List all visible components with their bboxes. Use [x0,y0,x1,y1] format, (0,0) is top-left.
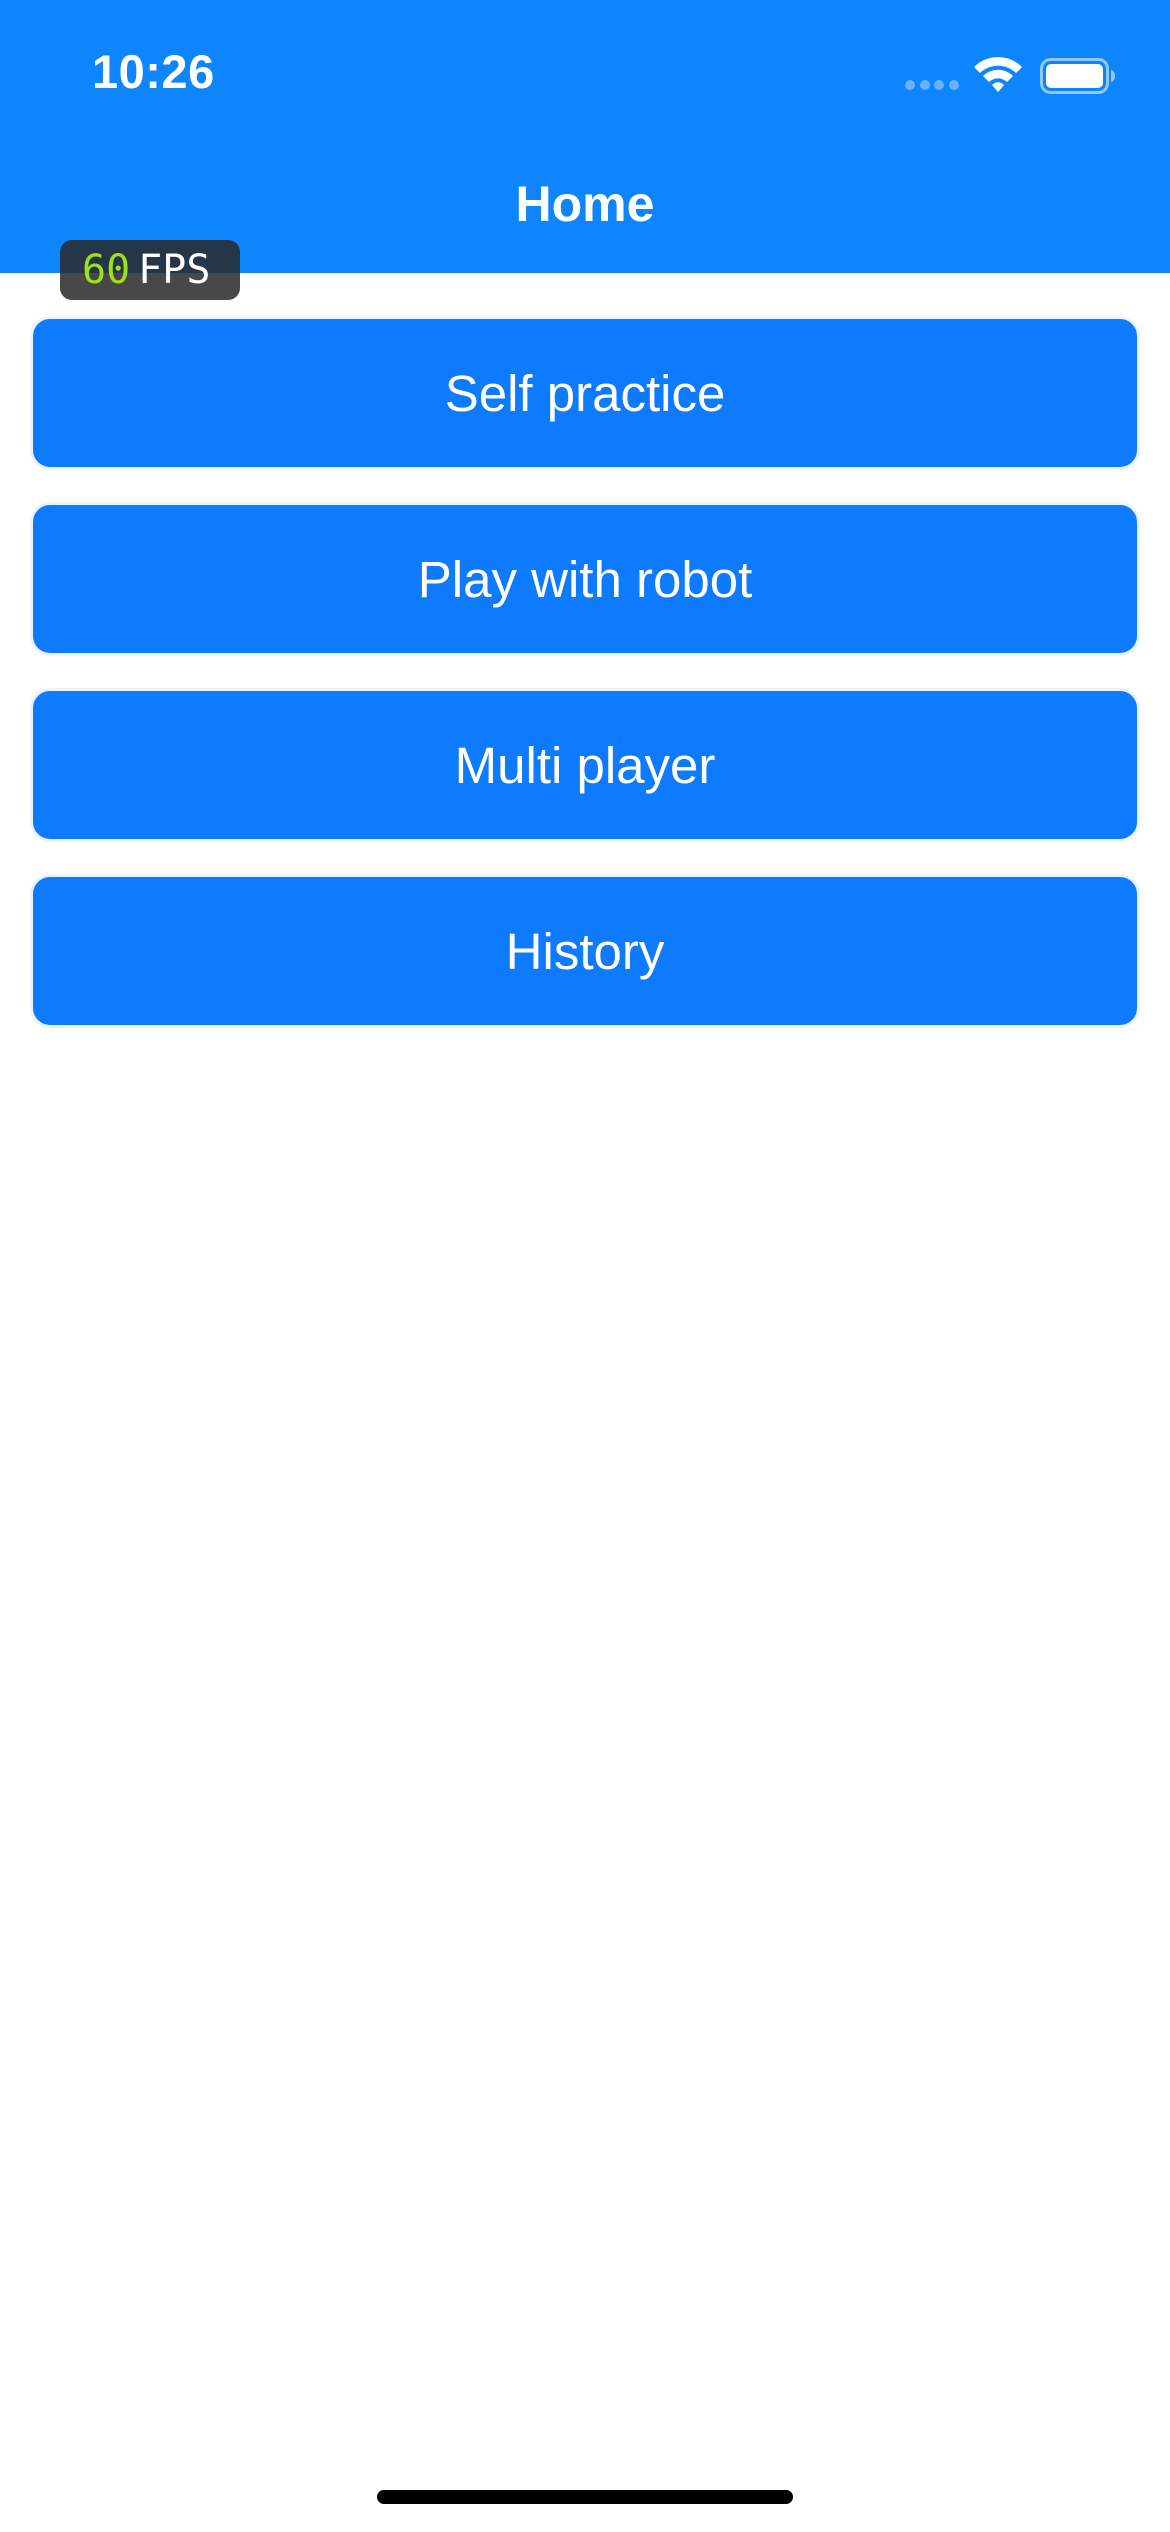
fps-value: 60 [82,247,131,293]
fps-unit: FPS [138,247,211,293]
history-button[interactable]: History [30,874,1140,1028]
fps-counter-badge: 60 FPS [60,240,240,300]
battery-icon [1040,58,1115,94]
wifi-icon [974,57,1022,92]
self-practice-button[interactable]: Self practice [30,316,1140,470]
cellular-signal-icon [905,79,959,91]
play-with-robot-button[interactable]: Play with robot [30,502,1140,656]
navigation-header: 10:26 Home [0,0,1170,273]
status-bar-time: 10:26 [92,45,215,98]
multi-player-button[interactable]: Multi player [30,688,1140,842]
home-menu: Self practice Play with robot Multi play… [30,316,1140,1060]
home-indicator[interactable] [377,2490,793,2504]
page-title: Home [515,176,655,232]
